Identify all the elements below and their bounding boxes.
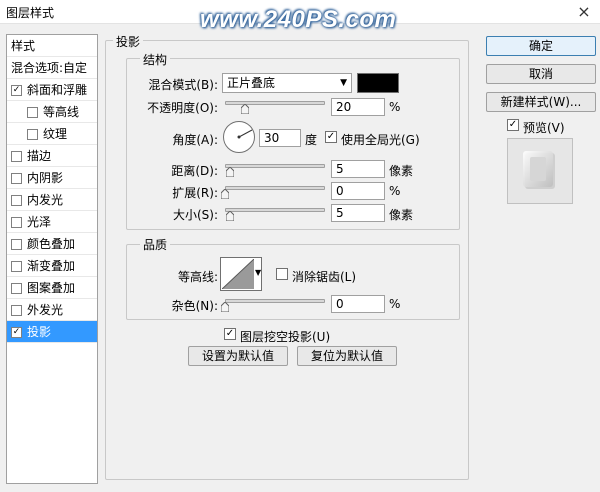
distance-unit: 像素 [389,164,414,178]
noise-slider-thumb[interactable] [221,302,229,312]
style-item-label: 投影 [27,325,52,339]
spread-input[interactable]: 0 [331,182,385,200]
make-default-button[interactable]: 设置为默认值 [188,346,288,366]
global-light-checkbox[interactable]: ✓ [325,131,337,143]
style-item[interactable]: ✓ 投影 [7,321,97,343]
style-item-checkbox[interactable] [11,239,22,250]
spread-label: 扩展(R): [172,186,218,200]
style-item-checkbox[interactable]: ✓ [11,85,22,96]
spread-slider-track[interactable] [225,186,325,190]
style-item[interactable]: 内发光 [7,189,97,211]
blend-mode-value: 正片叠底 [227,76,276,90]
spread-unit: % [389,184,401,198]
knockout-checkbox[interactable]: ✓ [224,328,236,340]
opacity-input[interactable]: 20 [331,98,385,116]
contour-label: 等高线: [177,270,218,284]
opacity-slider-track[interactable] [225,101,325,105]
style-item-label: 颜色叠加 [27,237,76,251]
style-item-checkbox[interactable] [11,261,22,272]
style-item[interactable]: 外发光 [7,299,97,321]
contour-picker[interactable]: ▼ [220,257,262,291]
anti-alias-checkbox[interactable] [276,268,288,280]
style-item-checkbox[interactable]: ✓ [11,327,22,338]
watermark: www.240PS.com [200,6,397,33]
style-item[interactable]: 光泽 [7,211,97,233]
distance-slider-track[interactable] [225,164,325,168]
style-item-label: 图案叠加 [27,281,76,295]
quality-title: 品质 [140,236,171,253]
blend-mode-label: 混合模式(B): [148,78,218,92]
noise-slider-track[interactable] [225,299,325,303]
global-light-label: 使用全局光(G) [341,133,420,147]
drop-shadow-title: 投影 [113,33,144,50]
reset-default-button[interactable]: 复位为默认值 [297,346,397,366]
style-item-label: 等高线 [43,105,80,119]
size-slider-thumb[interactable] [226,211,234,221]
style-preview-swatch [507,138,573,204]
style-item-checkbox[interactable] [27,129,38,140]
spread-slider-thumb[interactable] [221,189,229,199]
style-item-label: 斜面和浮雕 [27,83,88,97]
title-bar: 图层样式 www.240PS.com × [0,0,600,33]
style-item[interactable]: 渐变叠加 [7,255,97,277]
preview-checkbox[interactable]: ✓ [507,119,519,131]
preview-shape-icon [523,151,555,189]
angle-input[interactable]: 30 [259,129,301,147]
ok-button[interactable]: 确定 [486,36,596,56]
style-item[interactable]: 图案叠加 [7,277,97,299]
angle-label: 角度(A): [172,133,218,147]
styles-header[interactable]: 样式 [7,35,97,57]
style-item-label: 纹理 [43,127,68,141]
angle-unit: 度 [305,133,318,147]
style-item-checkbox[interactable] [11,305,22,316]
close-button[interactable]: × [574,2,594,22]
anti-alias-label: 消除锯齿(L) [292,270,357,284]
distance-input[interactable]: 5 [331,160,385,178]
style-item-label: 描边 [27,149,52,163]
distance-slider-thumb[interactable] [226,167,234,177]
blend-mode-select[interactable]: 正片叠底 ▼ [222,73,352,93]
noise-input[interactable]: 0 [331,295,385,313]
style-item-label: 渐变叠加 [27,259,76,273]
style-item-label: 光泽 [27,215,52,229]
contour-preview-icon [222,259,254,289]
blend-options-item[interactable]: 混合选项:自定 [7,57,97,79]
preview-label: 预览(V) [523,121,565,135]
style-item-checkbox[interactable] [11,283,22,294]
structure-title: 结构 [140,51,171,68]
size-slider-track[interactable] [225,208,325,212]
knockout-label: 图层挖空投影(U) [240,330,331,344]
new-style-button[interactable]: 新建样式(W)... [486,92,596,112]
size-unit: 像素 [389,208,414,222]
style-item[interactable]: ✓ 斜面和浮雕 [7,79,97,101]
noise-label: 杂色(N): [171,299,218,313]
style-item[interactable]: 描边 [7,145,97,167]
distance-label: 距离(D): [171,164,218,178]
style-item-checkbox[interactable] [11,217,22,228]
style-item-label: 外发光 [27,303,64,317]
noise-unit: % [389,297,401,311]
cancel-button[interactable]: 取消 [486,64,596,84]
style-item-label: 内发光 [27,193,64,207]
size-input[interactable]: 5 [331,204,385,222]
opacity-label: 不透明度(O): [147,101,218,115]
style-item-checkbox[interactable] [27,107,38,118]
style-item-label: 内阴影 [27,171,64,185]
angle-dial[interactable] [222,120,256,154]
size-label: 大小(S): [172,208,218,222]
style-item[interactable]: 等高线 [7,101,97,123]
styles-list: 样式 混合选项:自定 ✓ 斜面和浮雕等高线纹理描边内阴影内发光光泽颜色叠加渐变叠加… [6,34,98,484]
style-item[interactable]: 纹理 [7,123,97,145]
opacity-unit: % [389,100,401,114]
chevron-down-icon[interactable]: ▼ [255,268,261,277]
style-item-checkbox[interactable] [11,195,22,206]
style-item-checkbox[interactable] [11,173,22,184]
style-item-checkbox[interactable] [11,151,22,162]
style-item[interactable]: 内阴影 [7,167,97,189]
style-item[interactable]: 颜色叠加 [7,233,97,255]
chevron-down-icon: ▼ [340,78,347,88]
opacity-slider-thumb[interactable] [241,104,249,114]
window-title: 图层样式 [6,6,55,20]
shadow-color-swatch[interactable] [357,73,399,93]
